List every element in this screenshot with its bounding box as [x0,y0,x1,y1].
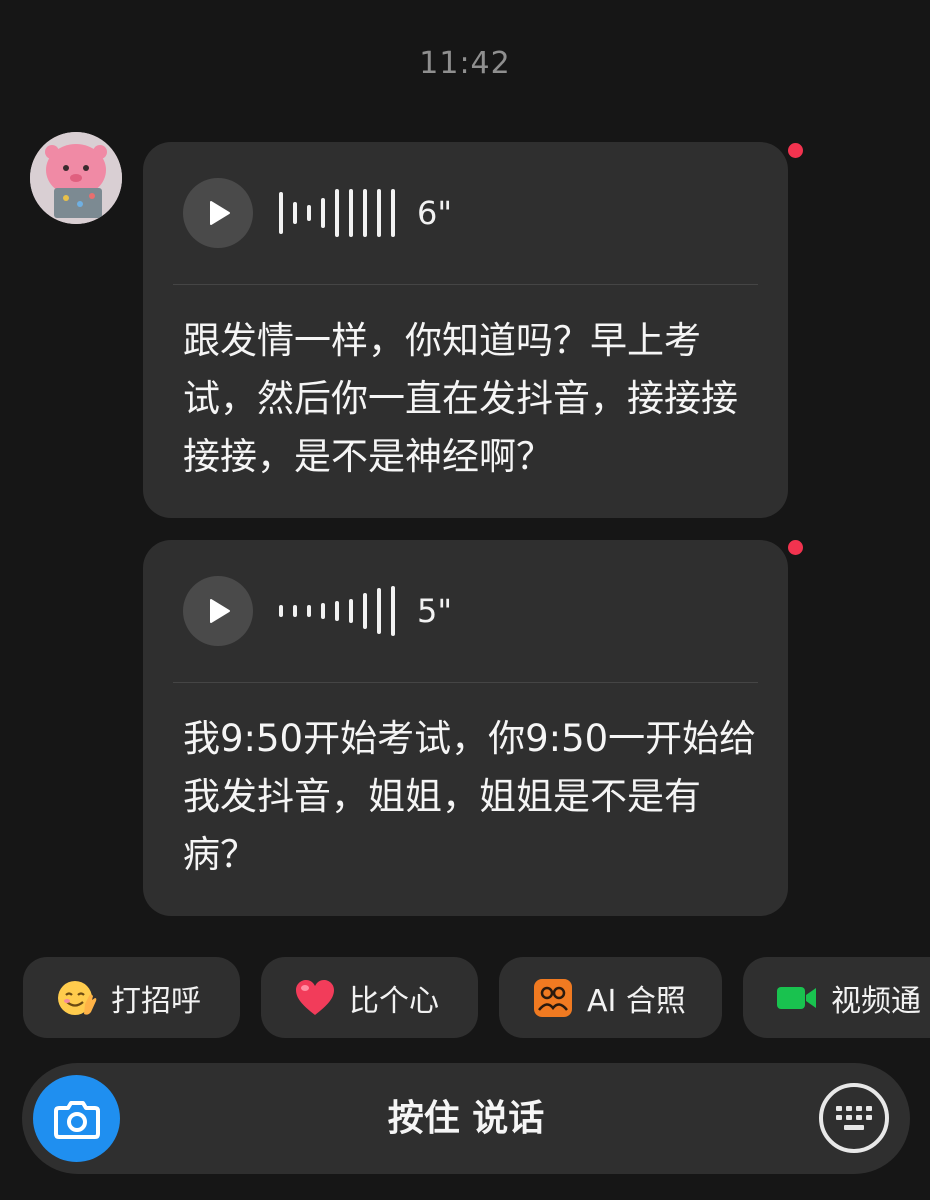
voice-message-bubble[interactable]: 5" 我9:50开始考试，你9:50一开始给我发抖音，姐姐，姐姐是不是有病？ [143,540,788,916]
hold-to-talk-button[interactable]: 按住 说话 [22,1063,910,1174]
quick-action-video-call[interactable]: 视频通 [743,957,930,1038]
unread-dot [788,143,803,158]
wave-emoji-icon [53,974,101,1022]
ai-photo-icon [529,974,577,1022]
voice-player: 6" [183,178,452,248]
camera-icon [53,1100,100,1139]
quick-action-label: 打招呼 [111,983,201,1019]
heart-icon [291,974,339,1022]
play-icon [210,201,230,225]
voice-transcript: 我9:50开始考试，你9:50一开始给我发抖音，姐姐，姐姐是不是有病？ [183,717,757,876]
avatar-image [30,132,122,224]
keyboard-button[interactable] [819,1083,889,1153]
voice-transcript: 跟发情一样，你知道吗？早上考试，然后你一直在发抖音，接接接接接，是不是神经啊？ [183,319,738,478]
bubble-divider [173,682,758,683]
waveform-icon [279,183,395,243]
waveform-icon [279,581,395,641]
voice-duration: 5" [417,592,453,630]
keyboard-icon [836,1106,872,1130]
quick-action-label: AI 合照 [587,983,686,1019]
voice-duration: 6" [417,194,453,232]
chat-screen: 11:42 6" 跟发情一样，你知道吗？早上考试，然后你一直在发抖音，接接接接接… [0,0,930,1200]
quick-action-heart[interactable]: 比个心 [261,957,478,1038]
camera-button[interactable] [33,1075,120,1162]
voice-input-bar: 按住 说话 [22,1063,910,1174]
quick-action-greet[interactable]: 打招呼 [23,957,240,1038]
voice-message-bubble[interactable]: 6" 跟发情一样，你知道吗？早上考试，然后你一直在发抖音，接接接接接，是不是神经… [143,142,788,518]
play-icon [210,599,230,623]
quick-action-label: 视频通 [831,983,921,1019]
bubble-divider [173,284,758,285]
quick-action-label: 比个心 [349,983,439,1019]
quick-action-ai-photo[interactable]: AI 合照 [499,957,722,1038]
message-timestamp: 11:42 [419,46,511,81]
play-button[interactable] [183,576,253,646]
video-call-icon [773,974,821,1022]
contact-avatar[interactable] [30,132,122,224]
play-button[interactable] [183,178,253,248]
unread-dot [788,540,803,555]
voice-player: 5" [183,576,452,646]
